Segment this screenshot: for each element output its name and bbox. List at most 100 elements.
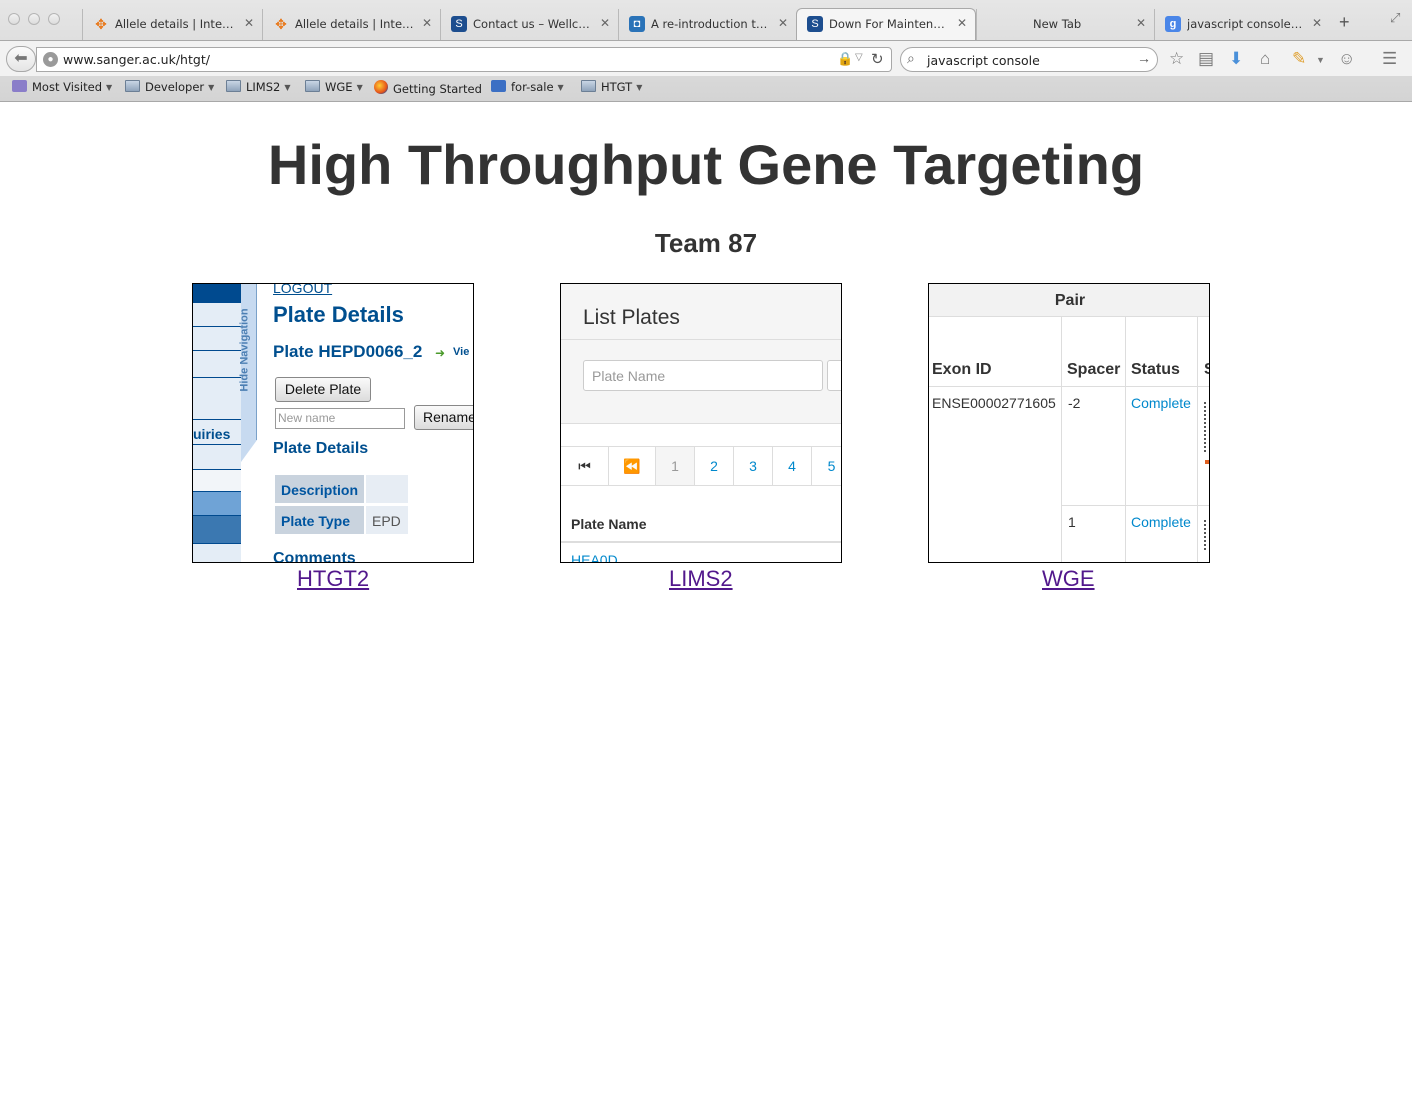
fullscreen-icon[interactable]: ⤢ bbox=[1390, 10, 1400, 26]
tab-contact-us[interactable]: S Contact us – Wellco… ✕ bbox=[440, 9, 618, 40]
zoom-window-button[interactable] bbox=[48, 13, 60, 25]
tab-down-for-maintenance[interactable]: S Down For Maintena… ✕ bbox=[796, 8, 976, 40]
page-subtitle: Team 87 bbox=[654, 228, 758, 258]
search-go-icon[interactable]: → bbox=[1137, 50, 1151, 66]
tab-title: Contact us – Wellco… bbox=[473, 17, 592, 31]
back-button[interactable]: ⬅ bbox=[6, 46, 36, 72]
chat-icon[interactable]: ☺ bbox=[1338, 49, 1355, 69]
plate-row-link: HEA0D bbox=[571, 552, 618, 563]
addon-icon[interactable]: ✎ bbox=[1292, 49, 1306, 69]
plate-details-heading: Plate Details bbox=[273, 302, 404, 327]
plate-name-input: Plate Name bbox=[583, 360, 823, 391]
firefox-icon bbox=[374, 80, 388, 94]
bookmark-getting-started[interactable]: Getting Started bbox=[374, 80, 482, 96]
sanger-icon: S bbox=[807, 16, 823, 32]
bookmark-wge[interactable]: WGE ▼ bbox=[305, 80, 363, 94]
search-icon: ⌕ bbox=[907, 50, 915, 66]
spacer-column-header: Spacer bbox=[1067, 361, 1121, 378]
chevron-down-icon: ▼ bbox=[356, 83, 363, 92]
plate-type-value: EPD bbox=[366, 506, 408, 534]
wge-link[interactable]: WGE bbox=[1042, 566, 1095, 592]
lock-icon[interactable]: 🔒 bbox=[837, 51, 853, 67]
tab-new-tab[interactable]: New Tab ✕ bbox=[976, 9, 1154, 40]
previous-page-icon: ⏪ bbox=[609, 447, 656, 485]
reload-icon[interactable]: ↻ bbox=[871, 50, 884, 68]
bookmarks-list-icon[interactable]: ▤ bbox=[1198, 49, 1214, 69]
page-title: High Throughput Gene Targeting bbox=[267, 133, 1145, 196]
arrow-right-icon: ➜ bbox=[435, 346, 446, 360]
page-content: High Throughput Gene Targeting Team 87 u… bbox=[0, 102, 1412, 1096]
browser-chrome: ✥ Allele details | Inter… ✕ ✥ Allele det… bbox=[0, 0, 1412, 102]
htgt2-side-navigation: uiries bbox=[193, 284, 241, 562]
new-tab-icon[interactable]: + bbox=[1339, 12, 1350, 33]
smart-folder-icon bbox=[12, 80, 27, 92]
hide-navigation-label: Hide Navigation bbox=[238, 308, 251, 392]
bookmark-lims2[interactable]: LIMS2 ▼ bbox=[226, 80, 291, 94]
tab-allele-details-1[interactable]: ✥ Allele details | Inter… ✕ bbox=[82, 9, 262, 40]
table-header-divider bbox=[561, 541, 841, 543]
bookmark-label: WGE bbox=[325, 80, 353, 94]
clipped-cell-content bbox=[1204, 520, 1208, 550]
spacer-cell: 1 bbox=[1068, 514, 1076, 530]
downloads-icon[interactable]: ⬇ bbox=[1229, 49, 1243, 69]
view-link: Vie bbox=[453, 346, 470, 358]
delete-plate-button: Delete Plate bbox=[275, 377, 371, 402]
history-dropdown-icon[interactable]: ▽ bbox=[855, 52, 863, 63]
htgt2-screenshot-thumbnail[interactable]: uiries Hide Navigation LOGOUT Plate Deta… bbox=[192, 283, 474, 563]
pagination: ⏮ ⏪ 1 2 3 4 5 bbox=[561, 446, 841, 486]
chevron-down-icon: ▼ bbox=[208, 83, 215, 92]
lims2-screenshot-thumbnail[interactable]: List Plates Plate Name ⏮ ⏪ 1 2 3 4 5 Pla… bbox=[560, 283, 842, 563]
back-arrow-icon: ⬅ bbox=[14, 50, 28, 67]
status-link: Complete bbox=[1131, 395, 1191, 411]
chevron-down-icon: ▼ bbox=[636, 83, 643, 92]
navigation-toolbar: ⬅ ● www.sanger.ac.uk/htgt/ 🔒 ▽ ↻ ⌕ javas… bbox=[0, 40, 1412, 76]
tab-javascript-console[interactable]: g javascript console – … ✕ bbox=[1154, 9, 1330, 40]
addon-dropdown-icon[interactable]: ▼ bbox=[1316, 55, 1325, 65]
close-icon[interactable]: ✕ bbox=[600, 16, 610, 30]
status-link: Complete bbox=[1131, 514, 1191, 530]
home-icon[interactable]: ⌂ bbox=[1260, 49, 1270, 69]
bookmark-most-visited[interactable]: Most Visited ▼ bbox=[12, 80, 112, 94]
tab-title: Down For Maintena… bbox=[829, 17, 949, 31]
clipped-cell-content bbox=[1204, 402, 1208, 452]
exon-id-column-header: Exon ID bbox=[932, 361, 992, 378]
chevron-down-icon: ▼ bbox=[557, 83, 564, 92]
bookmark-label: Most Visited bbox=[32, 80, 102, 94]
page-2: 2 bbox=[695, 447, 734, 485]
plate-name-column-header: Plate Name bbox=[571, 516, 647, 532]
page-1: 1 bbox=[656, 447, 695, 485]
partial-column-header: S bbox=[1204, 361, 1209, 379]
tab-allele-details-2[interactable]: ✥ Allele details | Inter… ✕ bbox=[262, 9, 440, 40]
bookmark-label: HTGT bbox=[601, 80, 633, 94]
list-plates-heading: List Plates bbox=[583, 306, 680, 329]
close-icon[interactable]: ✕ bbox=[244, 16, 254, 30]
plate-type-label: Plate Type bbox=[275, 506, 364, 534]
column-divider bbox=[1125, 317, 1126, 562]
close-icon[interactable]: ✕ bbox=[957, 16, 967, 30]
wge-screenshot-thumbnail[interactable]: Pair Exon ID Spacer Status S ENSE0000277… bbox=[928, 283, 1210, 563]
url-bar[interactable]: ● www.sanger.ac.uk/htgt/ 🔒 ▽ ↻ bbox=[36, 47, 892, 72]
bookmark-label: for-sale bbox=[511, 80, 554, 94]
page-3: 3 bbox=[734, 447, 773, 485]
close-icon[interactable]: ✕ bbox=[422, 16, 432, 30]
search-submit-button bbox=[827, 360, 841, 391]
tab-reintroduction[interactable]: ◘ A re-introduction to… ✕ bbox=[618, 9, 796, 40]
lims2-link[interactable]: LIMS2 bbox=[669, 566, 733, 592]
close-window-button[interactable] bbox=[8, 13, 20, 25]
htgt2-link[interactable]: HTGT2 bbox=[297, 566, 369, 592]
close-icon[interactable]: ✕ bbox=[1136, 16, 1146, 30]
bookmark-for-sale[interactable]: for-sale ▼ bbox=[491, 80, 564, 94]
tab-title: Allele details | Inter… bbox=[115, 17, 236, 31]
bookmark-star-icon[interactable]: ☆ bbox=[1169, 49, 1184, 69]
description-label: Description bbox=[275, 475, 364, 503]
minimize-window-button[interactable] bbox=[28, 13, 40, 25]
bookmark-label: Developer bbox=[145, 80, 205, 94]
rss-feed-icon bbox=[491, 80, 506, 92]
close-icon[interactable]: ✕ bbox=[1312, 16, 1322, 30]
bookmark-developer[interactable]: Developer ▼ bbox=[125, 80, 214, 94]
search-bar[interactable]: ⌕ javascript console → bbox=[900, 47, 1158, 72]
mdn-icon: ◘ bbox=[629, 16, 645, 32]
bookmark-htgt[interactable]: HTGT ▼ bbox=[581, 80, 642, 94]
close-icon[interactable]: ✕ bbox=[778, 16, 788, 30]
menu-icon[interactable]: ☰ bbox=[1382, 49, 1397, 69]
